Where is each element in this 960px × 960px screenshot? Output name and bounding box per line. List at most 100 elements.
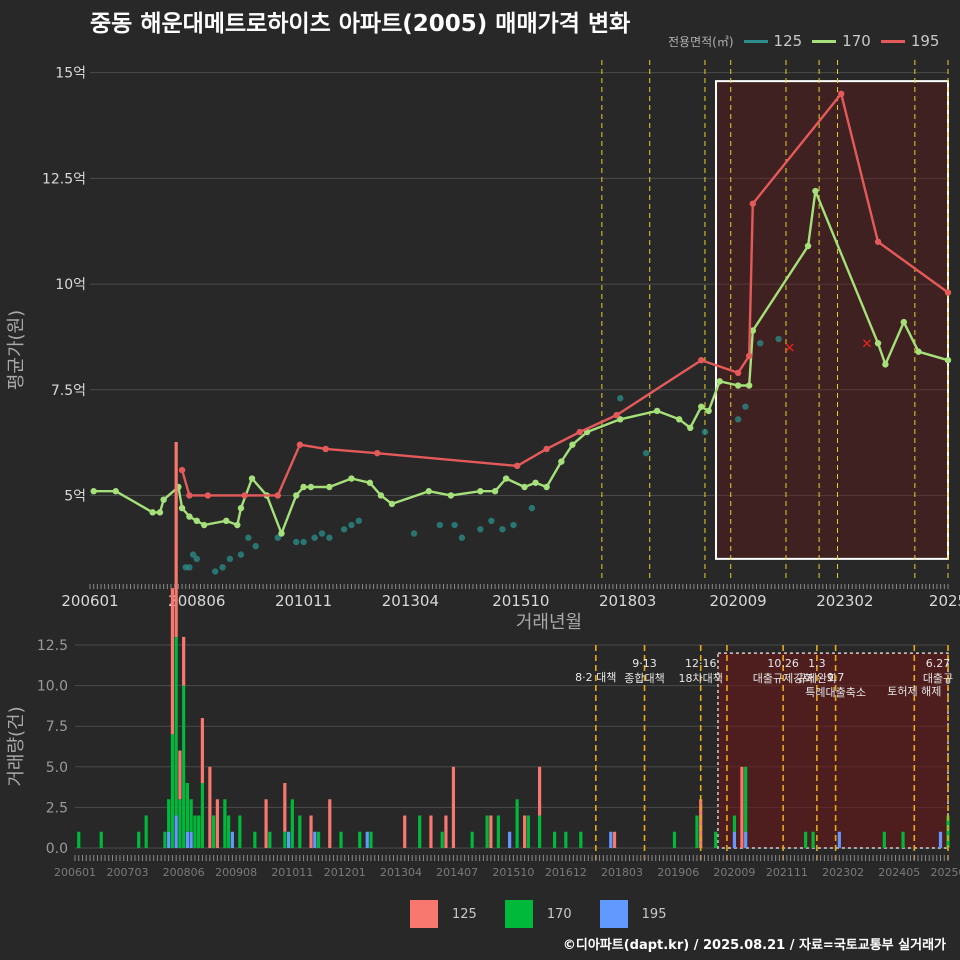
price-point-170: [156, 509, 164, 516]
price-point-125: [528, 504, 536, 512]
price-point-170: [193, 517, 200, 525]
price-point-170: [248, 475, 256, 482]
volume-bar-170: [227, 815, 231, 848]
volume-bar-170: [223, 799, 227, 848]
price-point-170: [944, 356, 952, 364]
legend-swatch-195: [880, 39, 905, 43]
price-y-axis-label: 평균가(원): [6, 310, 27, 390]
price-point-195: [613, 411, 620, 419]
price-y-tick-label: 7.5억: [51, 383, 86, 399]
price-point-125: [355, 517, 363, 525]
legend-label-195: 195: [910, 32, 940, 50]
price-point-195: [745, 352, 753, 360]
volume-x-tick-label: 201011: [271, 866, 313, 879]
volume-legend-label-195: 195: [641, 906, 667, 922]
volume-bar-170: [358, 831, 362, 848]
price-point-195: [296, 441, 304, 448]
volume-bar-170: [552, 831, 557, 848]
volume-bar-170: [253, 831, 257, 848]
volume-policy-annotation: 6.27: [926, 657, 951, 670]
volume-legend-item-125: 125: [410, 900, 477, 928]
price-point-125: [756, 340, 764, 347]
volume-bar-125: [215, 799, 219, 848]
volume-x-tick-label: 201803: [601, 866, 643, 879]
area-legend: 전용면적(㎡) 125 170 195: [668, 32, 943, 50]
legend-label-125: 125: [773, 32, 803, 50]
volume-bar-170: [170, 734, 175, 848]
volume-y-tick-label: 10.0: [37, 679, 68, 695]
volume-bar-125: [178, 750, 182, 800]
volume-bar-170: [268, 831, 272, 848]
volume-bar-170: [290, 799, 294, 848]
volume-y-tick-label: 7.5: [46, 719, 68, 735]
price-point-170: [900, 318, 908, 326]
volume-bar-170: [316, 831, 321, 848]
volume-policy-annotation: 1.3: [808, 657, 826, 670]
price-point-170: [502, 475, 510, 482]
price-point-125: [451, 521, 458, 529]
volume-x-tick-label: 201906: [657, 866, 699, 879]
volume-policy-annotation: 8·2 대책: [575, 671, 616, 684]
volume-bar-170: [882, 831, 886, 848]
price-point-195: [874, 238, 882, 245]
volume-bar-170: [804, 831, 808, 848]
volume-bar-125: [174, 442, 178, 637]
volume-bar-170: [77, 831, 81, 848]
volume-bar-125: [182, 636, 186, 686]
price-point-170: [237, 504, 245, 512]
price-point-170: [675, 416, 683, 423]
price-y-tick-label: 10억: [55, 277, 86, 293]
price-point-195: [274, 492, 282, 499]
price-point-125: [311, 534, 318, 541]
price-point-125: [742, 403, 749, 410]
volume-x-tick-label: 202009: [713, 866, 755, 879]
volume-x-tick-label: 202111: [766, 866, 808, 879]
price-point-125: [477, 526, 484, 533]
price-panel: 5억7.5억10억12.5억15억200601 200806 201011 20130…: [6, 60, 960, 633]
price-x-tick-label: 202009: [709, 592, 766, 610]
price-point-125: [734, 416, 742, 423]
price-point-170: [223, 517, 230, 525]
price-point-170: [915, 348, 922, 355]
price-point-170: [307, 483, 315, 491]
volume-bar-170: [811, 831, 815, 848]
price-point-170: [300, 483, 307, 491]
volume-y-tick-label: 12.5: [37, 638, 68, 654]
legend-item-170: 170: [812, 32, 871, 50]
price-point-195: [576, 428, 583, 436]
volume-bar-170: [144, 815, 148, 848]
legend-swatch-125: [743, 39, 768, 43]
price-point-170: [543, 483, 550, 491]
volume-bar-195: [837, 831, 841, 848]
volume-bar-170: [99, 831, 103, 848]
price-and-volume-chart: 5억 7.5억 10억 12.5억 15억 200601 200806 201011 20130…: [6, 60, 960, 879]
volume-policy-annotation: 12·16: [685, 657, 717, 670]
price-point-170: [521, 483, 528, 491]
volume-bar-170: [732, 815, 737, 832]
price-point-195: [543, 445, 550, 453]
volume-x-tick-label: 202302: [822, 866, 864, 879]
volume-bar-170: [283, 831, 287, 848]
price-point-170: [705, 407, 712, 415]
price-point-125: [252, 542, 259, 550]
price-point-125: [300, 538, 307, 546]
price-point-170: [745, 382, 753, 389]
legend-item-125: 125: [743, 32, 803, 50]
price-point-170: [532, 479, 539, 486]
volume-bar-170: [579, 831, 583, 848]
volume-bar-170: [440, 831, 444, 848]
price-y-tick-label: 15억: [55, 66, 86, 82]
price-point-170: [447, 492, 455, 499]
price-point-125: [701, 428, 709, 436]
price-point-170: [160, 496, 167, 503]
volume-bar-170: [238, 815, 242, 848]
volume-bar-170: [714, 831, 718, 848]
volume-bar-125: [264, 799, 268, 848]
volume-bar-125: [283, 783, 287, 832]
volume-x-tick-label: 201201: [324, 866, 366, 879]
volume-policy-annotation: 종합대책: [624, 672, 664, 685]
volume-bar-170: [470, 831, 474, 848]
price-point-125: [226, 555, 234, 563]
price-series-125: [182, 335, 782, 575]
price-point-170: [804, 242, 812, 250]
